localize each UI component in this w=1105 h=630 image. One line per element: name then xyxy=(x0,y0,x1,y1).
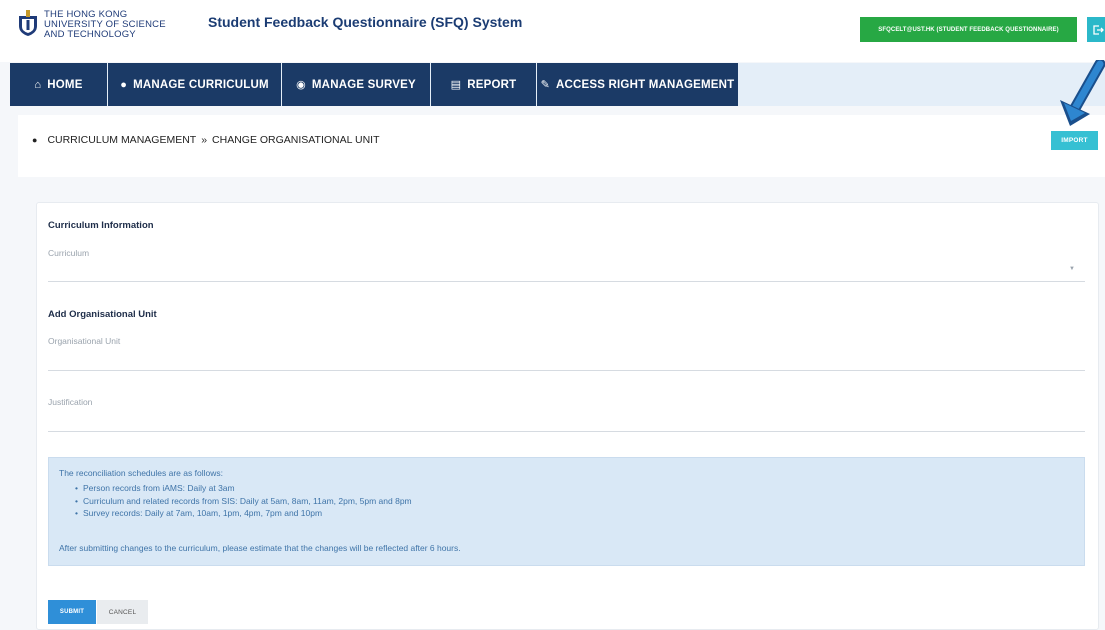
home-icon: ⌂ xyxy=(34,78,42,91)
comment-icon: ● xyxy=(120,78,128,91)
university-name: THE HONG KONG UNIVERSITY OF SCIENCE AND … xyxy=(44,10,166,40)
breadcrumb-bar: ● CURRICULUM MANAGEMENT » CHANGE ORGANIS… xyxy=(18,115,1105,177)
list-item: Curriculum and related records from SIS:… xyxy=(75,495,412,508)
nav-manage-curriculum-label: MANAGE CURRICULUM xyxy=(133,78,269,91)
curriculum-section-title: Curriculum Information xyxy=(48,220,154,231)
nav-home-label: HOME xyxy=(47,78,83,91)
chevron-down-icon[interactable]: ▼ xyxy=(1069,266,1075,272)
nav-home[interactable]: ⌂ HOME xyxy=(10,63,108,106)
nav-report[interactable]: ▤ REPORT xyxy=(431,63,537,106)
curriculum-select[interactable] xyxy=(48,281,1085,282)
top-header: THE HONG KONG UNIVERSITY OF SCIENCE AND … xyxy=(0,0,1105,62)
report-icon: ▤ xyxy=(450,79,462,91)
org-unit-field-label: Organisational Unit xyxy=(48,336,121,346)
justification-input[interactable] xyxy=(48,431,1085,432)
university-logo[interactable]: THE HONG KONG UNIVERSITY OF SCIENCE AND … xyxy=(18,10,166,40)
org-unit-input[interactable] xyxy=(48,370,1085,371)
nav-access-right-management[interactable]: ✎ ACCESS RIGHT MANAGEMENT xyxy=(537,63,739,106)
org-unit-section-title: Add Organisational Unit xyxy=(48,309,157,320)
curriculum-field-label: Curriculum xyxy=(48,248,90,258)
nav-manage-curriculum[interactable]: ● MANAGE CURRICULUM xyxy=(108,63,282,106)
reconciliation-info-box: The reconciliation schedules are as foll… xyxy=(48,457,1085,566)
cancel-button[interactable]: CANCEL xyxy=(97,600,148,624)
app-title: Student Feedback Questionnaire (SFQ) Sys… xyxy=(208,14,523,30)
user-account-button[interactable]: SFQCELT@UST.HK (STUDENT FEEDBACK QUESTIO… xyxy=(860,17,1077,42)
nav-manage-survey-label: MANAGE SURVEY xyxy=(311,78,416,91)
logo-line-3: AND TECHNOLOGY xyxy=(44,29,136,40)
info-intro: The reconciliation schedules are as foll… xyxy=(59,468,223,478)
submit-button[interactable]: SUBMIT xyxy=(48,600,96,624)
nav-report-label: REPORT xyxy=(467,78,517,91)
pointer-arrow-icon xyxy=(1060,60,1105,126)
breadcrumb-parent[interactable]: CURRICULUM MANAGEMENT xyxy=(47,134,196,146)
list-item: Survey records: Daily at 7am, 10am, 1pm,… xyxy=(75,507,412,520)
logout-button[interactable] xyxy=(1087,17,1105,42)
list-item: Person records from iAMS: Daily at 3am xyxy=(75,482,412,495)
justification-field-label: Justification xyxy=(48,397,93,407)
import-button[interactable]: IMPORT xyxy=(1051,131,1098,150)
schedule-list: Person records from iAMS: Daily at 3am C… xyxy=(75,482,412,520)
breadcrumb-current: CHANGE ORGANISATIONAL UNIT xyxy=(212,134,380,146)
breadcrumb-separator: » xyxy=(201,134,208,146)
university-emblem-icon xyxy=(19,10,37,36)
main-nav: ⌂ HOME ● MANAGE CURRICULUM ◉ MANAGE SURV… xyxy=(10,63,1105,106)
nav-access-right-management-label: ACCESS RIGHT MANAGEMENT xyxy=(556,78,735,91)
logout-icon xyxy=(1093,24,1104,35)
comment-icon: ● xyxy=(32,135,38,145)
pencil-icon: ✎ xyxy=(540,79,551,91)
breadcrumb: ● CURRICULUM MANAGEMENT » CHANGE ORGANIS… xyxy=(32,134,379,146)
shield-icon: ◉ xyxy=(296,79,306,91)
info-note: After submitting changes to the curricul… xyxy=(59,543,461,553)
nav-manage-survey[interactable]: ◉ MANAGE SURVEY xyxy=(282,63,431,106)
